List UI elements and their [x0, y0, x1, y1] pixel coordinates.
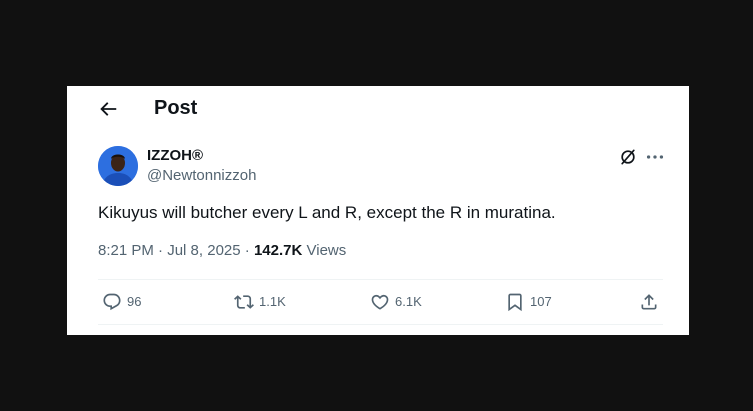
meta-separator: ·	[158, 242, 164, 259]
share-icon	[641, 294, 657, 310]
divider	[98, 279, 663, 280]
like-button[interactable]: 6.1K	[370, 291, 422, 313]
meta-separator: ·	[244, 242, 250, 259]
views-label: Views	[306, 242, 347, 259]
avatar-photo-icon	[98, 146, 138, 186]
bookmark-button[interactable]: 107	[505, 291, 552, 313]
display-name[interactable]: IZZOH®	[147, 146, 203, 166]
page-title: Post	[154, 97, 198, 119]
post-time[interactable]: 8:21 PM	[98, 242, 154, 259]
reply-icon	[103, 293, 121, 311]
avatar[interactable]	[98, 146, 138, 186]
repost-icon	[234, 295, 254, 309]
views-count[interactable]: 142.7K	[254, 242, 302, 259]
share-button[interactable]	[639, 291, 659, 313]
post-date[interactable]: Jul 8, 2025	[167, 242, 240, 259]
divider	[98, 324, 663, 325]
reply-count: 96	[127, 294, 142, 309]
bookmark-icon	[508, 293, 522, 312]
heart-icon	[371, 294, 389, 310]
repost-count: 1.1K	[259, 294, 286, 309]
post-meta: 8:21 PM · Jul 8, 2025 · 142.7K Views	[98, 241, 346, 261]
grok-icon[interactable]	[618, 147, 638, 167]
back-arrow-icon[interactable]	[97, 98, 119, 120]
post-header: Post	[67, 86, 689, 130]
repost-button[interactable]: 1.1K	[234, 291, 286, 313]
bookmark-count: 107	[530, 294, 552, 309]
post-card: Post IZZOH® @Newtonnizzoh Kikuyus will b…	[67, 86, 689, 335]
reply-button[interactable]: 96	[102, 291, 141, 313]
user-handle[interactable]: @Newtonnizzoh	[147, 166, 256, 186]
tweet-text: Kikuyus will butcher every L and R, exce…	[98, 203, 556, 222]
like-count: 6.1K	[395, 294, 422, 309]
more-options-icon[interactable]	[644, 147, 666, 167]
